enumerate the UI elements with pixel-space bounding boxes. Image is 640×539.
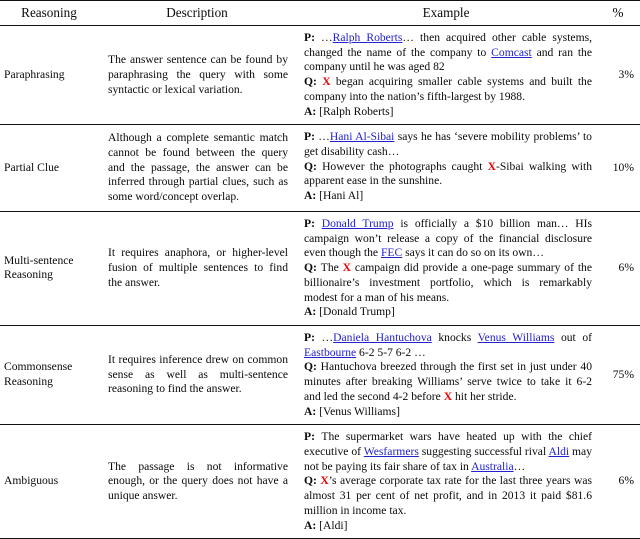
cell-description: The passage is not informative enough, o… bbox=[108, 459, 288, 503]
cell-example: P: Donald Trump is officially a $10 bill… bbox=[296, 211, 596, 325]
column-header-percent: % bbox=[612, 5, 624, 20]
header-row: Reasoning Description Example % bbox=[0, 0, 640, 26]
cell-percent: 6% bbox=[618, 261, 634, 275]
query-label: Q: bbox=[304, 159, 323, 173]
text-run: out of bbox=[554, 330, 592, 344]
example-passage: P: …Ralph Roberts… then acquired other c… bbox=[304, 31, 592, 75]
table-row: Partial Clue Although a complete semantic… bbox=[0, 124, 640, 212]
table-row: Multi-sentence Reasoning It requires anap… bbox=[0, 211, 640, 325]
cell-example: P: …Hani Al-Sibai says he has ‘severe mo… bbox=[296, 125, 596, 212]
answer-placeholder-x: X bbox=[320, 474, 329, 488]
answer-text: [Hani Al] bbox=[319, 189, 364, 203]
table-body: Paraphrasing The answer sentence can be f… bbox=[0, 25, 640, 539]
passage-label: P: bbox=[304, 330, 322, 344]
entity-link: Daniela Hantuchova bbox=[333, 330, 432, 344]
column-header-example: Example bbox=[422, 5, 470, 20]
table-row: Commonsense Reasoning It requires inferen… bbox=[0, 325, 640, 424]
text-run: … bbox=[321, 31, 333, 44]
example-passage: P: The supermarket wars have heated up w… bbox=[304, 430, 592, 474]
cell-reasoning: Commonsense Reasoning bbox=[4, 360, 73, 389]
cell-reasoning: Paraphrasing bbox=[4, 67, 65, 81]
example-query: Q: Hantuchova breezed through the first … bbox=[304, 360, 592, 404]
table-figure: Reasoning Description Example % Paraphra… bbox=[0, 0, 640, 539]
example-passage: P: Donald Trump is officially a $10 bill… bbox=[304, 217, 592, 261]
query-label: Q: bbox=[304, 75, 323, 89]
entity-link: Australia bbox=[471, 459, 514, 473]
cell-reasoning: Multi-sentence Reasoning bbox=[4, 253, 74, 282]
text-run: suggesting successful rival bbox=[418, 444, 549, 458]
example-passage: P: …Hani Al-Sibai says he has ‘severe mo… bbox=[304, 130, 592, 159]
passage-label: P: bbox=[304, 216, 322, 230]
entity-link: FEC bbox=[380, 246, 403, 260]
example-query: Q: The X campaign did provide a one-page… bbox=[304, 261, 592, 305]
example-answer: A: [Hani Al] bbox=[304, 189, 592, 204]
query-label: Q: bbox=[304, 261, 321, 275]
answer-label: A: bbox=[304, 189, 320, 203]
cell-description: Although a complete semantic match canno… bbox=[108, 131, 288, 204]
cell-description: The answer sentence can be found by para… bbox=[108, 53, 288, 96]
example-passage: P: …Daniela Hantuchova knocks Venus Will… bbox=[304, 331, 592, 360]
example-answer: A: [Donald Trump] bbox=[304, 305, 592, 320]
answer-placeholder-x: X bbox=[487, 159, 496, 173]
cell-percent: 10% bbox=[612, 160, 634, 174]
text-run: … bbox=[513, 459, 526, 473]
answer-placeholder-x: X bbox=[443, 389, 453, 403]
table-row: Paraphrasing The answer sentence can be f… bbox=[0, 25, 640, 125]
table-row: Ambiguous The passage is not informative … bbox=[0, 424, 640, 539]
text-run: … bbox=[318, 130, 330, 144]
table-header: Reasoning Description Example % bbox=[0, 0, 640, 26]
entity-link: Hani Al-Sibai bbox=[329, 130, 395, 144]
entity-link: Comcast bbox=[491, 45, 532, 59]
answer-text: [Donald Trump] bbox=[319, 305, 395, 319]
answer-label: A: bbox=[304, 404, 320, 418]
cell-example: P: The supermarket wars have heated up w… bbox=[296, 425, 596, 539]
answer-placeholder-x: X bbox=[342, 261, 352, 275]
cell-example: P: …Ralph Roberts… then acquired other c… bbox=[296, 26, 596, 125]
query-label: Q: bbox=[304, 360, 321, 374]
entity-link: Aldi bbox=[548, 444, 570, 458]
answer-text: [Ralph Roberts] bbox=[319, 104, 394, 118]
text-run: ’s average corporate tax rate for the la… bbox=[304, 474, 592, 517]
column-header-reasoning: Reasoning bbox=[21, 5, 77, 20]
cell-description: It requires inference drew on common sen… bbox=[108, 353, 288, 396]
example-answer: A: [Aldi] bbox=[304, 519, 592, 534]
text-run: hit her stride. bbox=[452, 389, 517, 403]
entity-link: Wesfarmers bbox=[363, 444, 419, 458]
text-run: The bbox=[320, 261, 343, 275]
example-answer: A: [Ralph Roberts] bbox=[304, 105, 592, 120]
entity-link: Venus Williams bbox=[477, 330, 555, 344]
example-answer: A: [Venus Williams] bbox=[304, 405, 592, 420]
column-header-description: Description bbox=[166, 5, 228, 20]
reasoning-types-table: Reasoning Description Example % Paraphra… bbox=[0, 0, 640, 539]
cell-reasoning: Ambiguous bbox=[4, 474, 59, 488]
text-run: began acquiring smaller cable systems an… bbox=[304, 75, 592, 103]
entity-link: Eastbourne bbox=[304, 345, 357, 359]
passage-label: P: bbox=[304, 430, 322, 444]
cell-percent: 6% bbox=[618, 474, 634, 488]
answer-placeholder-x: X bbox=[322, 75, 331, 89]
answer-label: A: bbox=[304, 518, 320, 532]
query-label: Q: bbox=[304, 474, 321, 488]
passage-label: P: bbox=[304, 130, 319, 144]
text-run: says it can do so on its own… bbox=[402, 246, 544, 260]
example-query: Q: X began acquiring smaller cable syste… bbox=[304, 75, 592, 104]
example-query: Q: X’s average corporate tax rate for th… bbox=[304, 474, 592, 518]
cell-reasoning: Partial Clue bbox=[4, 160, 60, 174]
entity-link: Ralph Roberts bbox=[332, 31, 403, 44]
text-run: However the photographs caught bbox=[322, 159, 488, 173]
cell-percent: 75% bbox=[612, 367, 634, 381]
text-run: knocks bbox=[431, 330, 478, 344]
answer-label: A: bbox=[304, 104, 320, 118]
text-run: 6-2 5-7 6-2 … bbox=[356, 345, 426, 359]
cell-percent: 3% bbox=[618, 67, 634, 81]
passage-label: P: bbox=[304, 31, 321, 44]
example-query: Q: However the photographs caught X-Siba… bbox=[304, 160, 592, 189]
entity-link: Donald Trump bbox=[321, 216, 394, 230]
cell-description: It requires anaphora, or higher-level fu… bbox=[108, 246, 288, 289]
cell-example: P: …Daniela Hantuchova knocks Venus Will… bbox=[296, 325, 596, 424]
answer-text: [Venus Williams] bbox=[319, 404, 400, 418]
answer-label: A: bbox=[304, 305, 320, 319]
text-run: … bbox=[321, 330, 334, 344]
answer-text: [Aldi] bbox=[319, 518, 348, 532]
